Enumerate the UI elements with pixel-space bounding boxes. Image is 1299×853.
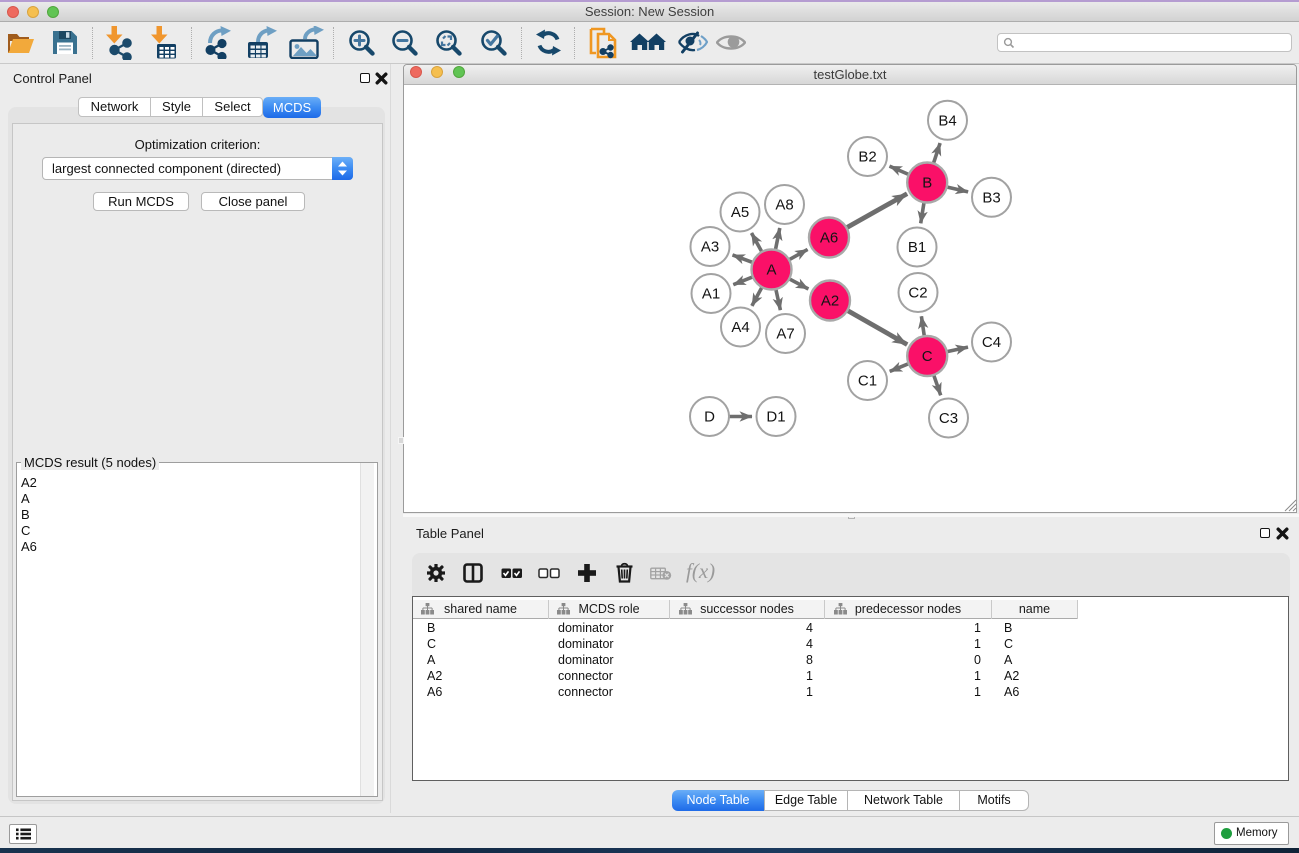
svg-text:A6: A6 xyxy=(820,230,838,247)
svg-text:C3: C3 xyxy=(939,410,958,427)
svg-text:B3: B3 xyxy=(982,190,1000,207)
svg-text:A1: A1 xyxy=(702,286,720,303)
svg-text:A4: A4 xyxy=(731,319,749,336)
svg-text:A3: A3 xyxy=(701,239,719,256)
svg-text:C1: C1 xyxy=(858,373,877,390)
svg-text:B2: B2 xyxy=(858,149,876,166)
svg-text:B1: B1 xyxy=(908,239,926,256)
svg-text:A8: A8 xyxy=(775,197,793,214)
svg-text:A: A xyxy=(766,262,776,279)
svg-text:C4: C4 xyxy=(982,334,1001,351)
svg-text:D: D xyxy=(704,409,715,426)
svg-text:A7: A7 xyxy=(776,326,794,343)
svg-text:B4: B4 xyxy=(938,113,956,130)
svg-text:A5: A5 xyxy=(731,204,749,221)
svg-text:B: B xyxy=(922,175,932,192)
svg-text:A2: A2 xyxy=(821,293,839,310)
svg-text:D1: D1 xyxy=(766,409,785,426)
svg-text:C: C xyxy=(922,348,933,365)
svg-text:C2: C2 xyxy=(908,285,927,302)
